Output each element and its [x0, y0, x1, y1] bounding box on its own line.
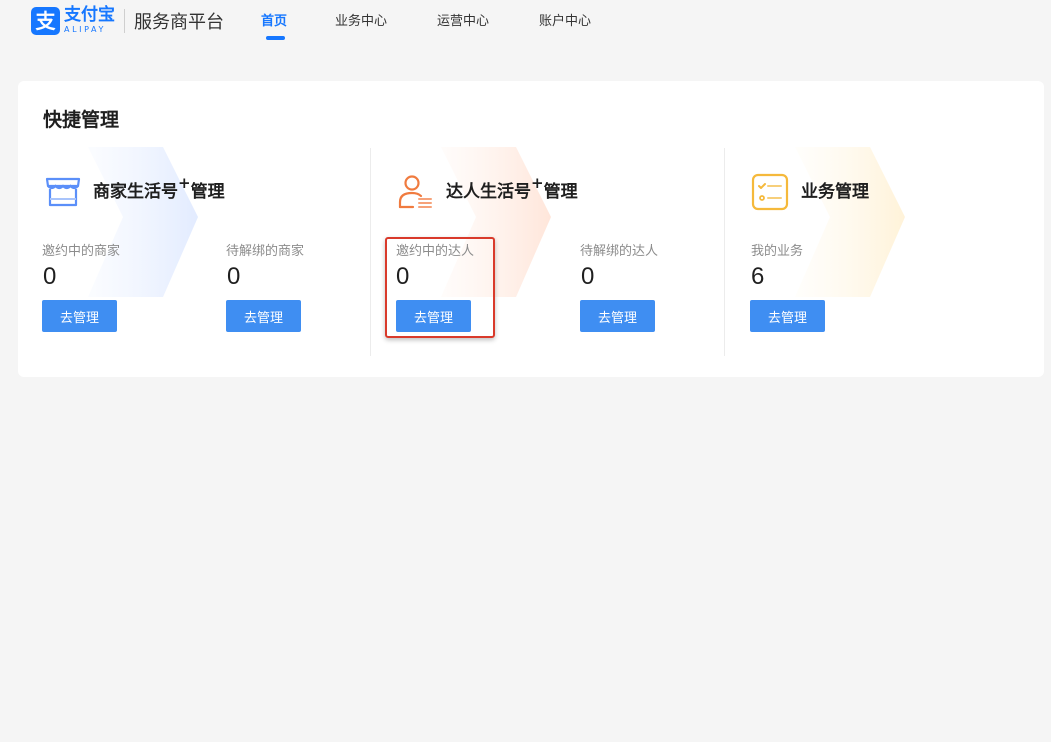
manage-pending-unbind-merchants-button[interactable]: 去管理 [226, 300, 301, 332]
title-suffix: 管理 [190, 182, 225, 202]
alipay-logo-text: 支付宝 ALIPAY [64, 7, 115, 34]
title-plus: + [531, 174, 544, 193]
manage-inviting-influencers-button[interactable]: 去管理 [396, 300, 471, 332]
watermark-shape-icon [88, 147, 198, 297]
quick-manage-card: 快捷管理 商家生活号+管理 邀约中的商家 0 去管理 待解绑的商家 0 去管理 … [18, 81, 1044, 377]
tab-business-center[interactable]: 业务中心 [335, 10, 387, 29]
logo-en-text: ALIPAY [64, 25, 106, 34]
stat-label-inviting-merchants: 邀约中的商家 [42, 244, 121, 259]
tab-operations-center[interactable]: 运营中心 [437, 10, 489, 29]
logo-cn-text: 支付宝 [64, 5, 115, 25]
title-prefix: 商家生活号 [93, 182, 178, 202]
stat-value-my-business: 6 [751, 263, 765, 290]
influencer-section-title: 达人生活号+管理 [446, 174, 578, 202]
store-icon [45, 177, 81, 207]
merchant-section-title: 商家生活号+管理 [93, 174, 225, 202]
stat-value-inviting-influencers: 0 [396, 263, 410, 290]
manage-pending-unbind-influencers-button[interactable]: 去管理 [580, 300, 655, 332]
stat-value-pending-unbind-merchants: 0 [227, 263, 241, 290]
section-divider [724, 148, 725, 356]
title-plus: + [178, 174, 191, 193]
tab-account-center[interactable]: 账户中心 [539, 10, 591, 29]
title-suffix: 管理 [543, 182, 578, 202]
business-section-title: 业务管理 [801, 182, 869, 202]
top-header: 支 支付宝 ALIPAY 服务商平台 首页 业务中心 运营中心 账户中心 [0, 0, 1051, 44]
card-title: 快捷管理 [43, 109, 120, 131]
alipay-logo[interactable]: 支 支付宝 ALIPAY 服务商平台 [31, 6, 224, 35]
stat-label-my-business: 我的业务 [751, 244, 804, 259]
stat-label-pending-unbind-influencers: 待解绑的达人 [580, 244, 659, 259]
manage-my-business-button[interactable]: 去管理 [750, 300, 825, 332]
watermark-shape-icon [441, 147, 551, 297]
stat-value-pending-unbind-influencers: 0 [581, 263, 595, 290]
stat-value-inviting-merchants: 0 [43, 263, 57, 290]
stat-label-pending-unbind-merchants: 待解绑的商家 [226, 244, 305, 259]
stat-label-inviting-influencers: 邀约中的达人 [396, 244, 475, 259]
tab-home[interactable]: 首页 [261, 10, 287, 29]
checklist-icon [751, 173, 789, 211]
logo-divider [124, 8, 125, 33]
section-divider [370, 148, 371, 356]
alipay-logo-icon: 支 [31, 6, 60, 35]
active-tab-indicator [266, 36, 285, 40]
person-list-icon [398, 175, 432, 209]
manage-inviting-merchants-button[interactable]: 去管理 [42, 300, 117, 332]
watermark-shape-icon [795, 147, 905, 297]
title-prefix: 达人生活号 [446, 182, 531, 202]
platform-name: 服务商平台 [134, 11, 224, 33]
